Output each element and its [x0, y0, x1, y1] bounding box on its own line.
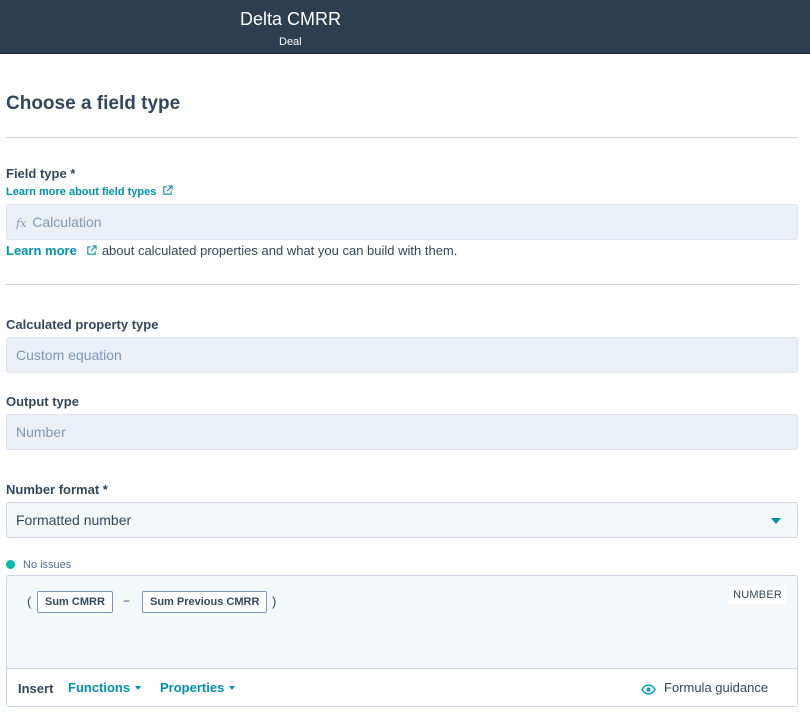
formula-guidance-button[interactable]: Formula guidance	[641, 680, 768, 695]
field-type-value: Calculation	[32, 214, 102, 230]
formula-guidance-label: Formula guidance	[664, 680, 769, 695]
helper-description: about calculated properties and what you…	[101, 243, 458, 258]
output-type-input[interactable]: Number	[6, 414, 798, 450]
number-format-select[interactable]: Formatted number	[6, 502, 798, 538]
formula-close-paren: )	[272, 594, 277, 609]
validation-status-text: No issues	[23, 559, 72, 571]
function-icon: fx	[16, 217, 27, 230]
calculated-type-value: Custom equation	[16, 347, 122, 363]
functions-menu-button[interactable]: Functions	[68, 680, 142, 695]
validation-status: No issues	[6, 559, 71, 571]
header-bar: Delta CMRR Deal	[0, 0, 810, 54]
output-type-label: Output type	[6, 394, 79, 409]
chevron-down-icon	[135, 686, 142, 690]
chevron-down-icon	[229, 686, 236, 690]
formula-token-sum-cmrr[interactable]: Sum CMRR	[37, 591, 113, 613]
external-link-icon	[87, 245, 97, 255]
insert-label: Insert	[18, 681, 54, 696]
formula-toolbar: Insert Functions Properties Formula guid…	[7, 668, 797, 706]
formula-token-sum-previous-cmrr[interactable]: Sum Previous CMRR	[142, 591, 268, 613]
learn-more-link[interactable]: Learn more	[6, 243, 77, 258]
number-format-value: Formatted number	[16, 512, 132, 528]
formula-editor[interactable]: ( Sum CMRR − Sum Previous CMRR ) NUMBER …	[6, 575, 798, 707]
object-type-subtitle: Deal	[279, 36, 302, 48]
property-name-title: Delta CMRR	[240, 9, 342, 29]
formula-open-paren: (	[27, 594, 32, 609]
number-format-label: Number format *	[6, 482, 108, 497]
page-title: Choose a field type	[6, 93, 181, 114]
properties-menu-label: Properties	[160, 680, 225, 695]
calculated-type-label: Calculated property type	[6, 317, 159, 332]
field-type-label: Field type *	[6, 166, 76, 181]
status-dot-icon	[6, 560, 15, 569]
field-types-link[interactable]: Learn more about field types	[6, 185, 174, 198]
field-type-input[interactable]: fx Calculation	[6, 204, 798, 240]
properties-menu-button[interactable]: Properties	[160, 680, 236, 695]
section-divider	[6, 284, 798, 285]
field-types-link-text[interactable]: Learn more about field types	[6, 186, 156, 198]
external-link-icon	[163, 185, 174, 195]
functions-menu-label: Functions	[68, 680, 131, 695]
eye-icon	[641, 684, 656, 695]
formula-operator: −	[123, 594, 131, 608]
chevron-down-icon	[771, 518, 781, 524]
calculated-type-input[interactable]: Custom equation	[6, 337, 798, 373]
section-divider	[6, 137, 798, 138]
output-type-badge: NUMBER	[729, 586, 786, 604]
calculation-helper-text: Learn more about calculated properties an…	[6, 243, 457, 258]
output-type-value: Number	[16, 424, 66, 440]
